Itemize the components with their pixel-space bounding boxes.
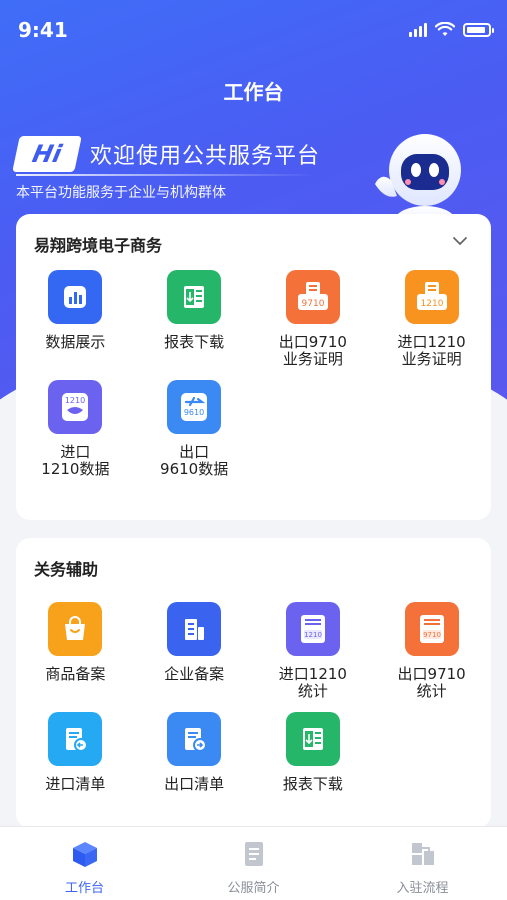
feature-import-1210-certificate[interactable]: 1210 进口1210 业务证明 bbox=[372, 270, 491, 368]
wifi-icon bbox=[435, 22, 455, 36]
document-icon bbox=[244, 842, 263, 866]
feature-data-display[interactable]: 数据展示 bbox=[16, 270, 135, 368]
export-list-icon bbox=[167, 712, 222, 766]
import-list-icon bbox=[48, 712, 103, 766]
feature-product-filing[interactable]: 商品备案 bbox=[16, 602, 135, 700]
feature-import-1210-data[interactable]: 1210 进口 1210数据 bbox=[16, 380, 135, 478]
svg-text:1210: 1210 bbox=[420, 299, 443, 309]
process-icon bbox=[411, 843, 434, 865]
svg-text:9610: 9610 bbox=[184, 408, 204, 417]
welcome-banner: Hi 欢迎使用公共服务平台 bbox=[12, 136, 321, 172]
feature-export-9710-stats[interactable]: 9710 出口9710 统计 bbox=[372, 602, 491, 700]
section-title: 关务辅助 bbox=[34, 560, 99, 579]
export-9710-certificate-icon: 9710 bbox=[285, 270, 340, 324]
chart-icon bbox=[48, 270, 103, 324]
welcome-subtitle: 本平台功能服务于企业与机构群体 bbox=[16, 185, 226, 201]
tab-onboarding-process[interactable]: 入驻流程 bbox=[338, 827, 507, 900]
robot-mascot-icon bbox=[375, 134, 461, 228]
import-1210-data-icon: 1210 bbox=[48, 380, 103, 434]
svg-text:1210: 1210 bbox=[65, 396, 85, 405]
welcome-title: 欢迎使用公共服务平台 bbox=[90, 144, 321, 169]
report-download-icon bbox=[167, 270, 222, 324]
section-card-ecommerce: 易翔跨境电子商务 数据展示 报表下载 9710 出口9710 业务证明 1210 bbox=[16, 214, 491, 520]
report-download-icon bbox=[285, 712, 340, 766]
status-bar: 9:41 bbox=[0, 0, 507, 60]
feature-export-list[interactable]: 出口清单 bbox=[135, 712, 254, 793]
svg-text:1210: 1210 bbox=[304, 631, 322, 639]
tab-service-intro[interactable]: 公服简介 bbox=[169, 827, 338, 900]
battery-icon bbox=[463, 23, 494, 37]
feature-report-download-2[interactable]: 报表下载 bbox=[254, 712, 373, 793]
export-9610-data-icon: 9610 bbox=[167, 380, 222, 434]
feature-export-9610-data[interactable]: 9610 出口 9610数据 bbox=[135, 380, 254, 478]
bottom-tab-bar: 工作台 公服简介 入驻流程 bbox=[0, 826, 507, 900]
import-1210-stats-icon: 1210 bbox=[285, 602, 340, 656]
section-card-customs-assist: 关务辅助 商品备案 企业备案 1210 进口1210 统计 9710 出口971… bbox=[16, 538, 491, 828]
chevron-down-icon[interactable] bbox=[451, 232, 469, 250]
welcome-underline bbox=[16, 174, 316, 176]
import-1210-certificate-icon: 1210 bbox=[404, 270, 459, 324]
hi-badge: Hi bbox=[12, 136, 82, 172]
shopping-bag-icon bbox=[48, 602, 103, 656]
feature-import-1210-stats[interactable]: 1210 进口1210 统计 bbox=[254, 602, 373, 700]
status-time: 9:41 bbox=[18, 18, 68, 42]
section-title: 易翔跨境电子商务 bbox=[34, 236, 163, 255]
building-icon bbox=[167, 602, 222, 656]
feature-export-9710-certificate[interactable]: 9710 出口9710 业务证明 bbox=[254, 270, 373, 368]
export-9710-stats-icon: 9710 bbox=[404, 602, 459, 656]
page-title: 工作台 bbox=[223, 80, 284, 104]
feature-enterprise-filing[interactable]: 企业备案 bbox=[135, 602, 254, 700]
svg-text:9710: 9710 bbox=[301, 299, 324, 309]
feature-import-list[interactable]: 进口清单 bbox=[16, 712, 135, 793]
feature-report-download[interactable]: 报表下载 bbox=[135, 270, 254, 368]
cellular-signal-icon bbox=[409, 23, 427, 37]
svg-text:9710: 9710 bbox=[423, 631, 441, 639]
tab-workbench[interactable]: 工作台 bbox=[0, 827, 169, 900]
workbench-cube-icon bbox=[72, 842, 97, 867]
